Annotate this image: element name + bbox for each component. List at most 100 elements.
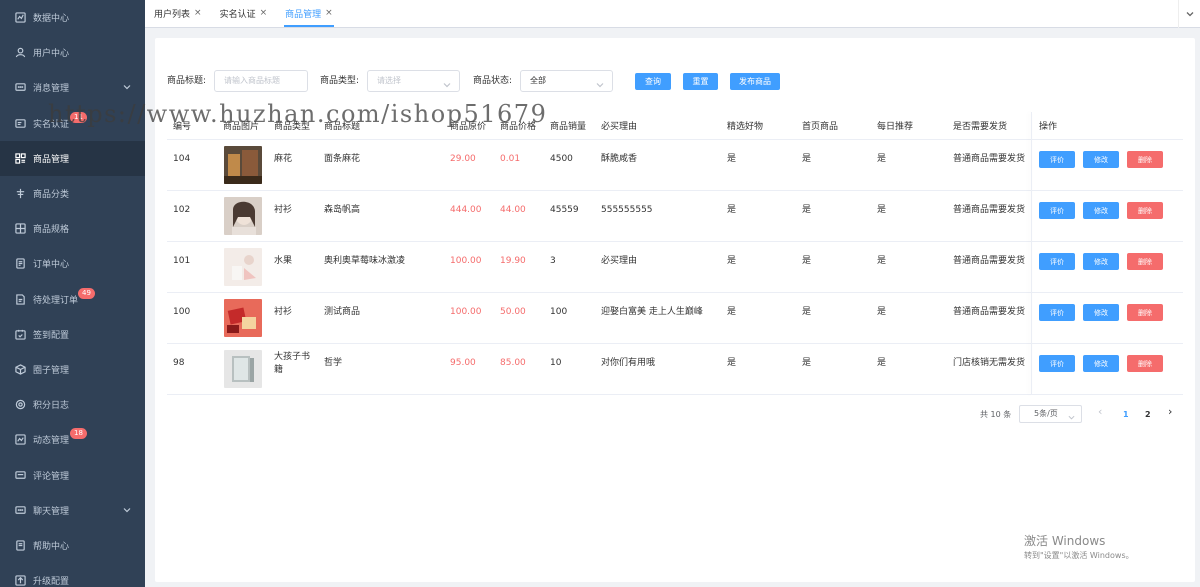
next-page-button[interactable]: › xyxy=(1168,406,1172,418)
sidebar-item[interactable]: 用户中心 xyxy=(0,35,145,70)
publish-goods-button[interactable]: 发布商品 xyxy=(730,73,780,90)
cell-type: 衬衫 xyxy=(274,307,293,317)
page-size-select[interactable]: 5条/页 xyxy=(1019,405,1082,423)
sidebar-item-label: 商品规格 xyxy=(33,225,70,236)
tab-label: 实名认证 xyxy=(219,9,256,20)
reset-button[interactable]: 重置 xyxy=(683,73,718,90)
cell-price: 0.01 xyxy=(500,154,521,164)
cell-sales: 10 xyxy=(550,358,562,368)
signin-icon xyxy=(14,328,26,340)
sidebar-item[interactable]: 消息管理 xyxy=(0,70,145,105)
sidebar-item[interactable]: 积分日志 xyxy=(0,387,145,422)
cell-ship: 门店核销无需发货 xyxy=(953,358,1026,368)
review-button[interactable]: 评价 xyxy=(1039,355,1075,372)
idcard-icon xyxy=(14,117,26,129)
cell-daily: 是 xyxy=(877,358,887,368)
search-button[interactable]: 查询 xyxy=(635,73,671,90)
order-icon xyxy=(14,258,26,270)
edit-button[interactable]: 修改 xyxy=(1083,151,1119,168)
cell-price: 50.00 xyxy=(500,307,526,317)
tab-user-list[interactable]: 用户列表 × xyxy=(145,0,211,27)
sidebar-item[interactable]: 签到配置 xyxy=(0,317,145,352)
title-filter-input[interactable]: 请输入商品标题 xyxy=(214,70,308,92)
cell-reason: 555555555 xyxy=(601,205,653,215)
cell-price: 19.90 xyxy=(500,256,526,266)
sidebar-item[interactable]: 升级配置 xyxy=(0,563,145,587)
status-filter-select[interactable]: 全部 xyxy=(520,70,613,92)
col-header-home: 首页商品 xyxy=(802,122,839,132)
sidebar-item[interactable]: 商品管理 xyxy=(0,140,145,176)
sidebar-item-label: 帮助中心 xyxy=(33,541,70,552)
review-button[interactable]: 评价 xyxy=(1039,304,1075,321)
cell-id: 102 xyxy=(173,205,191,215)
cell-featured: 是 xyxy=(727,256,737,266)
delete-button[interactable]: 删除 xyxy=(1127,151,1163,168)
sidebar-item-label: 消息管理 xyxy=(33,84,70,95)
status-filter-value: 全部 xyxy=(530,76,546,85)
cell-title: 森岛帆高 xyxy=(324,205,361,215)
sidebar-item-label: 待处理订单 xyxy=(33,295,79,306)
delete-button[interactable]: 删除 xyxy=(1127,202,1163,219)
sidebar-item[interactable]: 聊天管理 xyxy=(0,493,145,528)
sidebar-item[interactable]: 帮助中心 xyxy=(0,528,145,563)
sidebar-item[interactable]: 商品规格 xyxy=(0,211,145,246)
close-icon[interactable]: × xyxy=(260,8,268,18)
tab-label: 用户列表 xyxy=(154,9,191,20)
dynamic-icon xyxy=(14,434,26,446)
col-header-daily: 每日推荐 xyxy=(877,122,914,132)
tab-label: 商品管理 xyxy=(285,9,322,20)
sidebar-item[interactable]: 动态管理 18 xyxy=(0,422,145,457)
edit-button[interactable]: 修改 xyxy=(1083,355,1119,372)
sidebar-item[interactable]: 商品分类 xyxy=(0,176,145,211)
count-badge: 11 xyxy=(70,111,87,123)
cell-price: 44.00 xyxy=(500,205,526,215)
prev-page-button[interactable]: ‹ xyxy=(1098,406,1102,418)
review-button[interactable]: 评价 xyxy=(1039,202,1075,219)
page-1-button[interactable]: 1 xyxy=(1123,409,1129,421)
sidebar-item[interactable]: 订单中心 xyxy=(0,246,145,281)
delete-button[interactable]: 删除 xyxy=(1127,304,1163,321)
cell-id: 100 xyxy=(173,307,191,317)
tab-goods-management[interactable]: 商品管理 × xyxy=(276,0,342,27)
review-button[interactable]: 评价 xyxy=(1039,151,1075,168)
tabs-bar: 用户列表 × 实名认证 × 商品管理 × xyxy=(145,0,1200,28)
tabs-dropdown-button[interactable] xyxy=(1178,0,1200,28)
sidebar-item[interactable]: 评论管理 xyxy=(0,457,145,492)
type-filter-select[interactable]: 请选择 xyxy=(367,70,460,92)
sidebar-item[interactable]: 待处理订单 49 xyxy=(0,282,145,317)
edit-button[interactable]: 修改 xyxy=(1083,253,1119,270)
edit-button[interactable]: 修改 xyxy=(1083,304,1119,321)
cell-home: 是 xyxy=(802,307,812,317)
spec-icon xyxy=(14,223,26,235)
sidebar-item[interactable]: 数据中心 xyxy=(0,0,145,35)
review-button[interactable]: 评价 xyxy=(1039,253,1075,270)
sidebar-item[interactable]: 实名认证 11 xyxy=(0,106,145,141)
sidebar-item-label: 聊天管理 xyxy=(33,506,70,517)
delete-button[interactable]: 删除 xyxy=(1127,355,1163,372)
points-icon xyxy=(14,399,26,411)
cell-type: 衬衫 xyxy=(274,205,293,215)
sidebar-item[interactable]: 圈子管理 xyxy=(0,352,145,387)
type-filter-label: 商品类型: xyxy=(320,76,360,86)
chevron-down-icon xyxy=(1068,411,1075,420)
col-header-ship: 是否需要发货 xyxy=(953,122,1008,132)
sidebar-item-label: 订单中心 xyxy=(33,260,70,271)
cell-title: 测试商品 xyxy=(324,307,361,317)
windows-activation-title: 激活 Windows xyxy=(1024,534,1106,548)
tab-real-name-auth[interactable]: 实名认证 × xyxy=(211,0,277,27)
cell-home: 是 xyxy=(802,205,812,215)
sidebar-item-label: 升级配置 xyxy=(33,577,70,587)
goods-thumbnail xyxy=(224,248,262,286)
close-icon[interactable]: × xyxy=(194,8,202,18)
chevron-down-icon xyxy=(123,83,131,91)
col-header-featured: 精选好物 xyxy=(727,122,764,132)
comment-icon xyxy=(14,469,26,481)
delete-button[interactable]: 删除 xyxy=(1127,253,1163,270)
title-filter-placeholder: 请输入商品标题 xyxy=(224,76,280,85)
page-size-value: 5条/页 xyxy=(1034,409,1058,418)
close-icon[interactable]: × xyxy=(325,8,333,18)
cell-featured: 是 xyxy=(727,205,737,215)
cell-ship: 普通商品需要发货 xyxy=(953,205,1026,215)
page-2-button[interactable]: 2 xyxy=(1145,409,1151,421)
edit-button[interactable]: 修改 xyxy=(1083,202,1119,219)
